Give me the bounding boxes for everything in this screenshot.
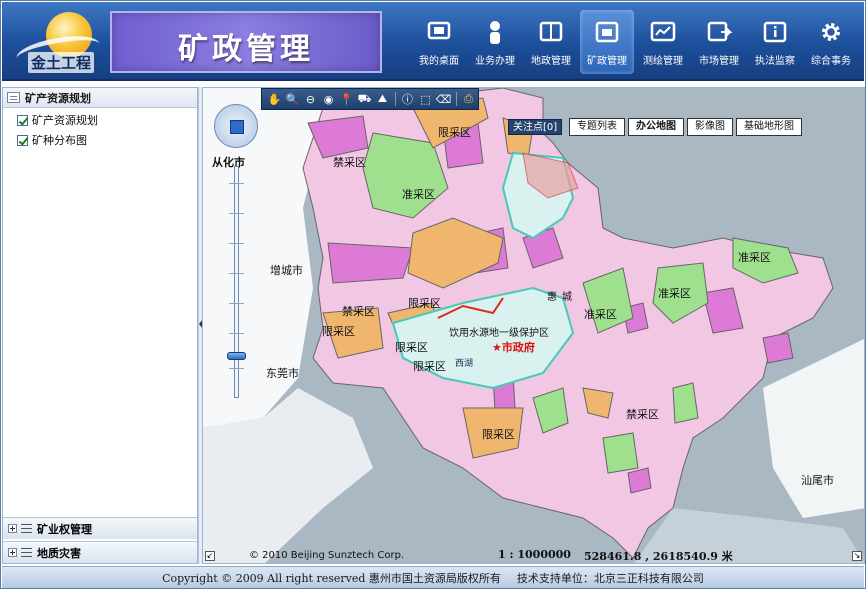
footer-support: 技术支持单位：北京三正科技有限公司 — [516, 571, 704, 585]
tab-base-topo[interactable]: 基础地形图 — [736, 118, 802, 136]
resize-corner-icon[interactable]: ↘ — [852, 551, 862, 561]
header: 金土工程 矿政管理 我的桌面 业务办理 地政管理 矿政管理 测绘管理 市场管理 … — [2, 2, 864, 81]
top-nav: 我的桌面 业务办理 地政管理 矿政管理 测绘管理 市场管理 执法监察 综合事务 — [410, 10, 858, 74]
page-title: 矿政管理 — [178, 32, 314, 67]
logo: 金土工程 — [14, 8, 106, 76]
panel-mining-rights[interactable]: 矿业权管理 — [3, 517, 197, 539]
map-copyright: © 2010 Beijing Sunztech Corp. — [249, 550, 405, 561]
info-icon[interactable]: ⓘ — [399, 91, 416, 107]
layer-item[interactable]: 矿产资源规划 — [3, 110, 197, 130]
measure-area-icon[interactable]: ⛰ — [374, 91, 391, 107]
zoom-in-icon[interactable]: 🔍 — [284, 91, 301, 107]
map-label-water: 饮用水源地一级保护区 — [449, 328, 549, 339]
map-label-zhuncai: 准采区 — [658, 287, 691, 300]
nav-survey[interactable]: 测绘管理 — [636, 10, 690, 74]
logo-text: 金土工程 — [28, 52, 95, 73]
nav-mine[interactable]: 矿政管理 — [580, 10, 634, 74]
nav-business[interactable]: 业务办理 — [468, 10, 522, 74]
panel-icon — [7, 92, 20, 103]
zoom-slider-handle[interactable] — [227, 352, 246, 360]
map-label-jincai: 禁采区 — [342, 305, 375, 318]
locate-pin-icon[interactable]: 📍 — [338, 91, 355, 107]
map-label-dongguan: 东莞市 — [266, 367, 299, 380]
clear-icon[interactable]: ⌫ — [435, 91, 452, 107]
app-window: 金土工程 矿政管理 我的桌面 业务办理 地政管理 矿政管理 测绘管理 市场管理 … — [0, 0, 866, 589]
nav-land[interactable]: 地政管理 — [524, 10, 578, 74]
chart-icon — [649, 18, 677, 46]
user-icon — [481, 18, 509, 46]
nav-desktop[interactable]: 我的桌面 — [412, 10, 466, 74]
map-label-conghua: 从化市 — [212, 156, 245, 169]
map-label-shanwei: 汕尾市 — [801, 474, 834, 487]
export-icon — [705, 18, 733, 46]
panel-header[interactable]: 矿产资源规划 — [3, 88, 197, 108]
tab-imagery[interactable]: 影像图 — [687, 118, 733, 136]
sidebar: 矿产资源规划 矿产资源规划 矿种分布图 矿业权管理 地质灾害 — [2, 87, 198, 564]
map-label-xiancai: 限采区 — [395, 341, 428, 354]
module-title-box: 矿政管理 — [110, 11, 382, 73]
gear-icon — [817, 18, 845, 46]
nav-market[interactable]: 市场管理 — [692, 10, 746, 74]
map-label-xiancai: 限采区 — [322, 325, 355, 338]
nav-law[interactable]: 执法监察 — [748, 10, 802, 74]
expand-icon — [8, 524, 17, 533]
desktop-icon — [425, 18, 453, 46]
map-label-zhuncai: 准采区 — [402, 188, 435, 201]
map-label-xiancai: 限采区 — [438, 126, 471, 139]
zoom-slider[interactable] — [234, 166, 239, 398]
mine-icon — [593, 18, 621, 46]
map-type-tabs: 专题列表 办公地图 影像图 基础地形图 — [569, 118, 805, 136]
select-icon[interactable]: ⬚ — [417, 91, 434, 107]
map-label-gov: ★市政府 — [492, 341, 535, 354]
print-icon[interactable]: ⎙ — [460, 91, 477, 107]
map-label-xihu: 西湖 — [455, 359, 474, 369]
tab-office-map[interactable]: 办公地图 — [628, 118, 684, 136]
map-label-zhuncai: 准采区 — [738, 251, 771, 264]
map-label-jincai: 禁采区 — [333, 156, 366, 169]
gov-star-icon: ★ — [492, 341, 502, 354]
expand-icon — [8, 548, 17, 557]
footer-copyright: Copyright © 2009 All right reserved 惠州市国… — [162, 571, 501, 585]
tab-topic-list[interactable]: 专题列表 — [569, 118, 625, 136]
nav-general[interactable]: 综合事务 — [804, 10, 858, 74]
map-label-zhuncai: 准采区 — [584, 308, 617, 321]
panel-geo-hazard[interactable]: 地质灾害 — [3, 541, 197, 563]
book-icon — [537, 18, 565, 46]
coordinate-readout: 528461.8 , 2618540.9 米 — [584, 550, 733, 563]
checkbox[interactable] — [17, 114, 28, 126]
measure-distance-icon[interactable]: ⛟ — [356, 91, 373, 107]
pan-control[interactable] — [214, 104, 258, 148]
footer: Copyright © 2009 All right reserved 惠州市国… — [2, 566, 864, 588]
list-icon — [21, 548, 32, 557]
zoom-out-icon[interactable]: ⊖ — [302, 91, 319, 107]
map-label-jincai: 禁采区 — [626, 408, 659, 421]
info-icon — [761, 18, 789, 46]
checkbox[interactable] — [17, 134, 28, 146]
layer-item[interactable]: 矿种分布图 — [3, 130, 197, 150]
map-label-hui: 惠 — [547, 292, 557, 303]
map-label-zengcheng: 增城市 — [270, 264, 303, 277]
pan-hand-icon[interactable]: ✋ — [266, 91, 283, 107]
full-extent-icon[interactable]: ◉ — [320, 91, 337, 107]
map-label-xiancai: 限采区 — [482, 428, 515, 441]
focus-points-button[interactable]: 关注点[0] — [508, 119, 563, 135]
map-label-xiancai: 限采区 — [408, 297, 441, 310]
list-icon — [21, 524, 32, 533]
map-view[interactable]: 从化市 增城市 东莞市 汕尾市 限采区 限采区 限采区 限采区 限采区 限采区 … — [202, 87, 865, 564]
map-toolbar: ✋ 🔍 ⊖ ◉ 📍 ⛟ ⛰ ⓘ ⬚ ⌫ ⎙ — [261, 88, 479, 110]
map-label-xiancai: 限采区 — [413, 360, 446, 373]
map-label-cheng: 城 — [562, 292, 572, 303]
scale-readout: 1 : 1000000 — [498, 548, 571, 561]
resize-corner-icon[interactable]: ↙ — [205, 551, 215, 561]
